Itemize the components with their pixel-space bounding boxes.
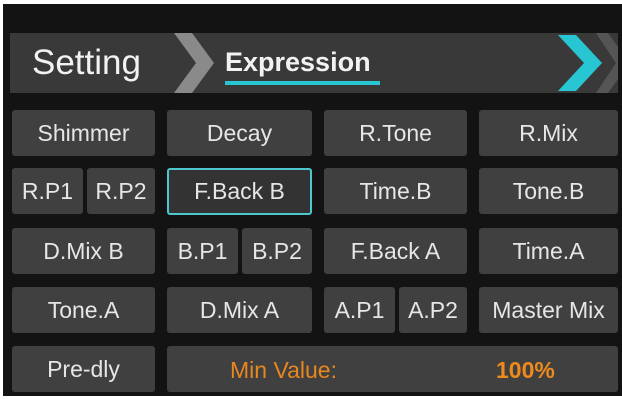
active-tab-indicator (225, 81, 380, 85)
breadcrumb-separator-icon (174, 33, 214, 93)
time-a-button[interactable]: Time.A (479, 228, 618, 274)
r-tone-button[interactable]: R.Tone (324, 110, 467, 156)
tone-b-button[interactable]: Tone.B (479, 168, 618, 214)
d-mix-b-button[interactable]: D.Mix B (12, 228, 155, 274)
tab-expression[interactable]: Expression (225, 45, 371, 79)
tone-a-button[interactable]: Tone.A (12, 287, 155, 333)
min-value-readout: 100% (496, 357, 555, 383)
shimmer-button[interactable]: Shimmer (12, 110, 155, 156)
pre-dly-button[interactable]: Pre-dly (12, 346, 155, 392)
min-value-field[interactable]: Min Value: 100% (167, 346, 618, 392)
a-p2-button[interactable]: A.P2 (399, 287, 467, 333)
r-p2-button[interactable]: R.P2 (87, 168, 155, 214)
a-p1-button[interactable]: A.P1 (324, 287, 395, 333)
r-p1-button[interactable]: R.P1 (12, 168, 83, 214)
d-mix-a-button[interactable]: D.Mix A (167, 287, 312, 333)
b-p1-button[interactable]: B.P1 (167, 228, 238, 274)
min-value-label: Min Value: (230, 357, 337, 383)
next-page-arrow-icon[interactable] (556, 33, 618, 93)
header-bar: Setting Expression (10, 33, 618, 93)
f-back-b-button[interactable]: F.Back B (167, 168, 312, 215)
page-title: Setting (32, 43, 141, 82)
master-mix-button[interactable]: Master Mix (479, 287, 618, 333)
f-back-a-button[interactable]: F.Back A (324, 228, 467, 274)
time-b-button[interactable]: Time.B (324, 168, 467, 214)
decay-button[interactable]: Decay (167, 110, 312, 156)
r-mix-button[interactable]: R.Mix (479, 110, 618, 156)
b-p2-button[interactable]: B.P2 (242, 228, 312, 274)
